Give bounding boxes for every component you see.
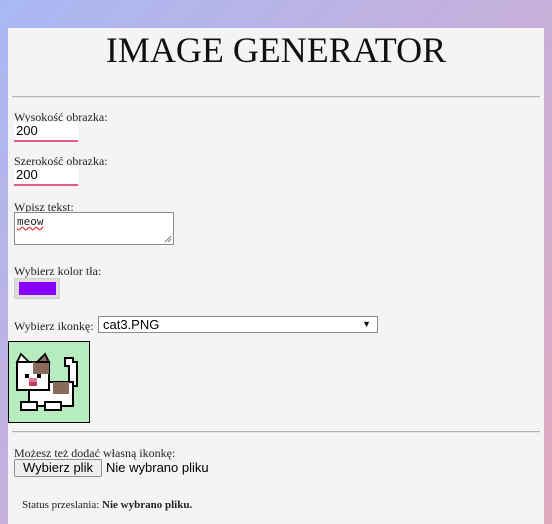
- cat-icon: [15, 352, 78, 411]
- upload-status-prefix: Status przeslania:: [22, 499, 103, 511]
- divider: [12, 431, 540, 433]
- width-input[interactable]: 200: [14, 166, 78, 186]
- choose-file-button[interactable]: Wybierz plik: [14, 459, 102, 477]
- main-panel: IMAGE GENERATOR Wysokość obrazka: 200 Sz…: [8, 28, 544, 524]
- icon-preview: [8, 341, 90, 423]
- text-input-value: meow: [17, 215, 44, 228]
- bg-color-picker[interactable]: [14, 278, 60, 299]
- text-input[interactable]: meow: [14, 212, 174, 245]
- icon-select-value: cat3.PNG: [103, 317, 160, 332]
- bg-color-label: Wybierz kolor tła:: [14, 264, 102, 278]
- divider: [12, 96, 540, 98]
- color-swatch: [19, 282, 56, 295]
- page-title: IMAGE GENERATOR: [105, 30, 447, 70]
- file-status-text: Nie wybrano pliku: [106, 460, 209, 475]
- icon-select-label: Wybierz ikonkę:: [14, 319, 94, 333]
- upload-status-value: Nie wybrano pliku.: [102, 499, 193, 511]
- upload-status: Status przeslania: Nie wybrano pliku.: [22, 498, 192, 512]
- height-input[interactable]: 200: [14, 122, 78, 142]
- dropdown-arrow-icon: ▼: [362, 319, 371, 329]
- upload-label: Możesz też dodać własną ikonkę:: [14, 446, 176, 460]
- resize-grip-icon[interactable]: [164, 235, 172, 243]
- icon-select[interactable]: cat3.PNG ▼: [98, 316, 378, 333]
